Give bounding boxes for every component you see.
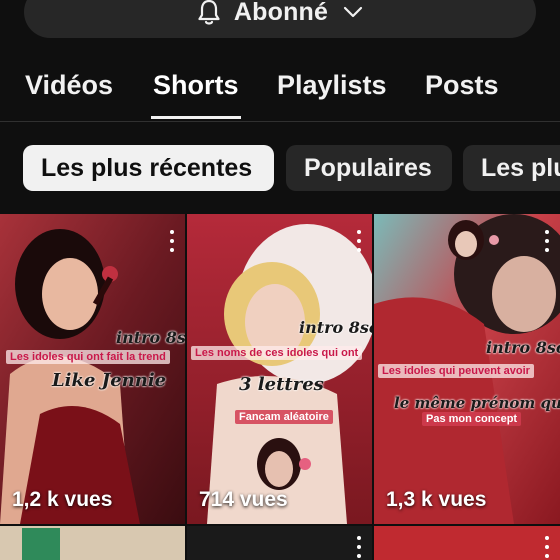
tab-videos[interactable]: Vidéos [25, 70, 113, 101]
channel-tabs: Vidéos Shorts Playlists Posts [0, 60, 560, 122]
view-count: 1,3 k vues [386, 488, 487, 511]
tabs-divider [0, 121, 560, 122]
short-thumbnail [0, 214, 185, 524]
chip-oldest[interactable]: Les plu [463, 145, 560, 191]
subscribed-label: Abonné [233, 0, 329, 26]
chip-most-recent[interactable]: Les plus récentes [23, 145, 274, 191]
short-card[interactable] [0, 526, 185, 560]
more-options-icon[interactable] [356, 536, 362, 558]
chip-popular[interactable]: Populaires [286, 145, 452, 191]
short-thumbnail [22, 528, 60, 560]
tab-posts[interactable]: Posts [425, 70, 499, 101]
view-count: 714 vues [199, 488, 288, 511]
short-card[interactable]: intro 8sc Les noms de ces idoles qui ont… [187, 214, 372, 524]
more-options-icon[interactable] [356, 230, 362, 252]
overlay-main: Les noms de ces idoles qui ont [191, 346, 363, 360]
overlay-script-2: Like Jennie [52, 370, 167, 391]
more-options-icon[interactable] [169, 230, 175, 252]
bell-icon [196, 0, 222, 27]
more-options-icon[interactable] [544, 230, 550, 252]
tab-shorts[interactable]: Shorts [153, 70, 239, 101]
short-card[interactable] [187, 526, 372, 560]
overlay-script-2: 3 lettres [239, 374, 324, 395]
shorts-grid: intro 8sc Les idoles qui ont fait la tre… [0, 214, 560, 560]
overlay-sub: Pas mon concept [422, 412, 522, 426]
subscribed-button[interactable]: Abonné [24, 0, 536, 38]
overlay-script-2: le même prénom que toi [394, 394, 560, 412]
overlay-main: Les idoles qui ont fait la trend [6, 350, 170, 364]
overlay-script-1: intro 8sc [486, 338, 560, 357]
overlay-script-1: intro 8sc [299, 318, 372, 337]
short-thumbnail [187, 214, 372, 524]
overlay-script-1: intro 8sc [116, 328, 185, 347]
chevron-down-icon [342, 1, 364, 23]
short-card[interactable]: intro 8sc Les idoles qui ont fait la tre… [0, 214, 185, 524]
short-card[interactable]: intro 8sc Les idoles qui peuvent avoir l… [374, 214, 560, 524]
view-count: 1,2 k vues [12, 488, 113, 511]
overlay-main: Les idoles qui peuvent avoir [378, 364, 534, 378]
tab-playlists[interactable]: Playlists [277, 70, 387, 101]
short-card[interactable] [374, 526, 560, 560]
overlay-sub: Fancam aléatoire [235, 410, 333, 424]
active-tab-indicator [151, 116, 241, 119]
more-options-icon[interactable] [544, 536, 550, 558]
